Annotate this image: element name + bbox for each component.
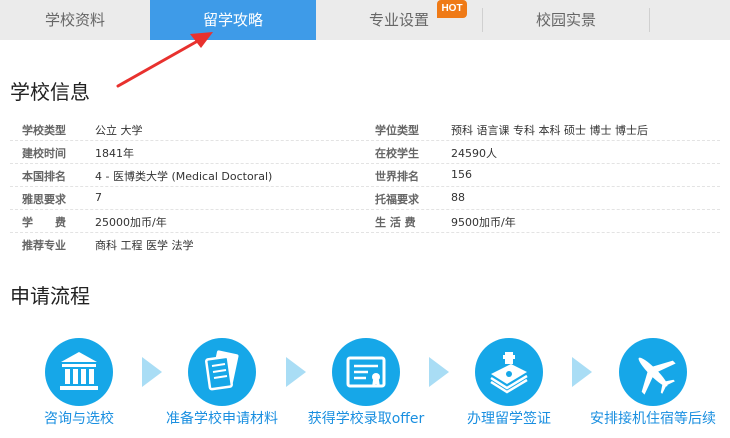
step-label: 咨询与选校: [44, 411, 114, 427]
red-arrow-annotation: [116, 32, 213, 88]
info-label: 雅思要求: [22, 193, 66, 206]
table-row: 本国排名 4 - 医博类大学 (Medical Doctoral) 世界排名 1…: [10, 163, 720, 187]
building-icon[interactable]: [45, 338, 113, 406]
process-title: 申请流程: [10, 284, 90, 308]
step-label: 办理留学签证: [467, 411, 551, 427]
school-info-title: 学校信息: [10, 80, 90, 104]
info-label: 托福要求: [375, 193, 419, 206]
table-row: 学 费 25000加币/年 生 活 费 9500加币/年: [10, 209, 720, 233]
info-label: 世界排名: [375, 170, 419, 183]
documents-icon[interactable]: [188, 338, 256, 406]
info-label: 生 活 费: [375, 216, 416, 229]
step-arrow: [572, 357, 592, 387]
info-value: 预科 语言课 专科 本科 硕士 博士 博士后: [451, 124, 648, 137]
info-label: 本国排名: [22, 170, 66, 183]
info-value: 24590人: [451, 147, 497, 160]
passport-icon[interactable]: [475, 338, 543, 406]
table-row: 建校时间 1841年 在校学生 24590人: [10, 140, 720, 164]
step-arrow: [286, 357, 306, 387]
table-row: 雅思要求 7 托福要求 88: [10, 186, 720, 210]
info-label: 在校学生: [375, 147, 419, 160]
info-value: 1841年: [95, 147, 134, 160]
info-value: 公立 大学: [95, 124, 143, 137]
table-row: 推荐专业 商科 工程 医学 法学: [10, 232, 720, 255]
info-value: 9500加币/年: [451, 216, 516, 229]
info-value: 商科 工程 医学 法学: [95, 239, 194, 252]
table-row: 学校类型 公立 大学 学位类型 预科 语言课 专科 本科 硕士 博士 博士后: [10, 117, 720, 141]
info-value: 88: [451, 191, 465, 204]
info-value: 7: [95, 191, 102, 204]
step-arrow: [142, 357, 162, 387]
info-value: 4 - 医博类大学 (Medical Doctoral): [95, 170, 273, 183]
airplane-icon[interactable]: [619, 338, 687, 406]
info-value: 156: [451, 168, 472, 181]
certificate-icon[interactable]: [332, 338, 400, 406]
info-value: 25000加币/年: [95, 216, 167, 229]
step-label: 安排接机住宿等后续: [590, 411, 716, 427]
step-arrow: [429, 357, 449, 387]
info-label: 推荐专业: [22, 239, 66, 252]
info-label: 学校类型: [22, 124, 66, 137]
step-label: 获得学校录取offer: [307, 411, 425, 427]
step-label: 准备学校申请材料: [166, 411, 278, 427]
info-label: 建校时间: [22, 147, 66, 160]
info-label: 学 费: [22, 216, 66, 229]
info-label: 学位类型: [375, 124, 419, 137]
